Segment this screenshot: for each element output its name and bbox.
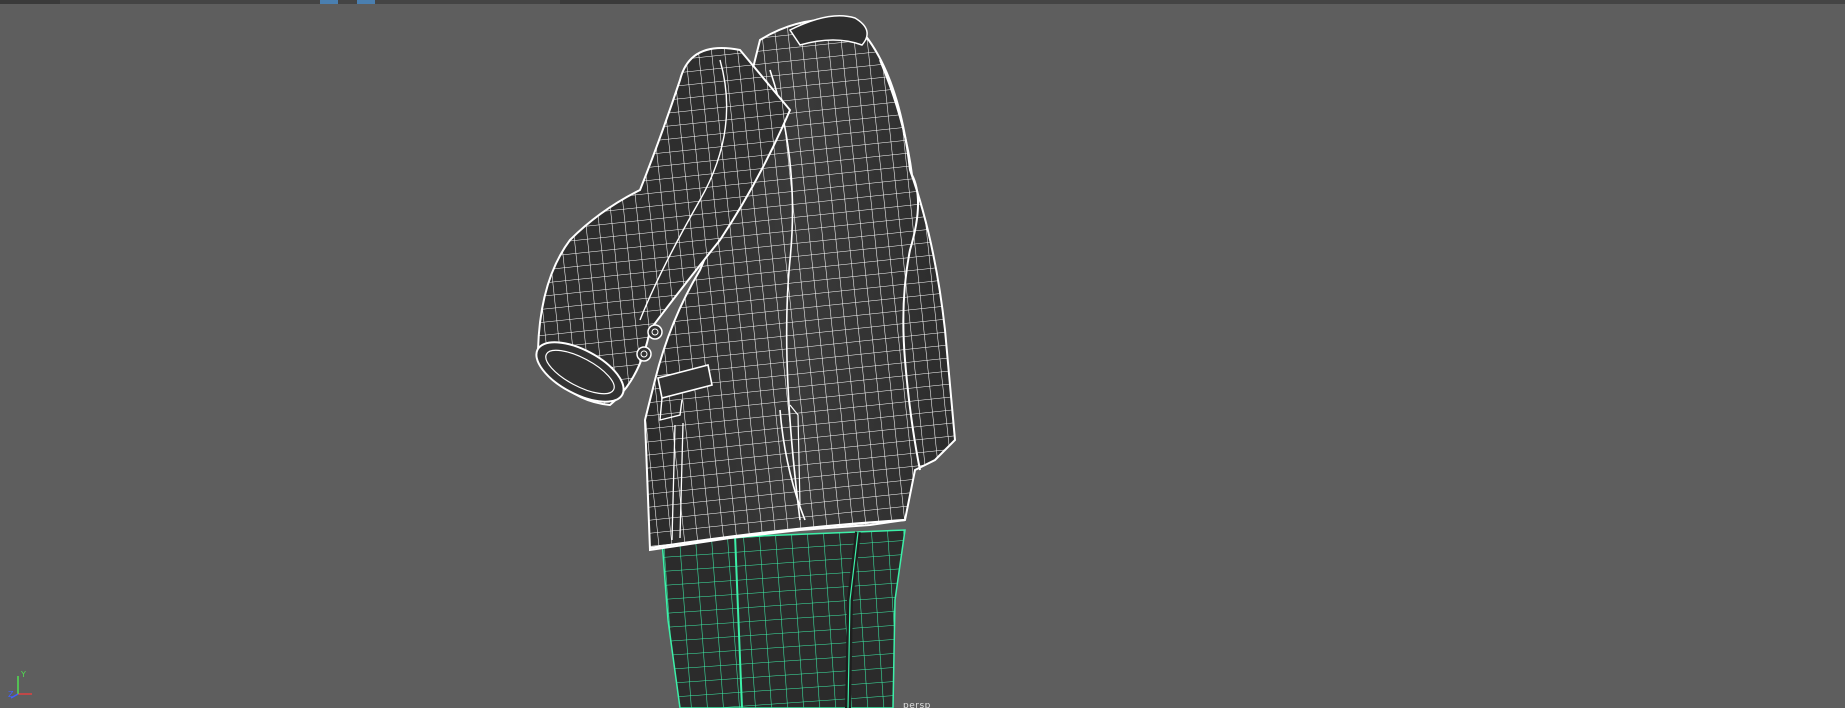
cuff-button-icon xyxy=(636,346,652,362)
axis-gizmo: Y Z xyxy=(8,668,38,700)
scene-canvas[interactable] xyxy=(0,0,1845,708)
pants-mesh[interactable] xyxy=(661,529,906,708)
camera-name-label: persp xyxy=(903,701,931,708)
cuff-button-icon xyxy=(647,324,663,340)
y-axis-label: Y xyxy=(21,670,26,679)
3d-viewport[interactable]: Y Z persp xyxy=(0,0,1845,708)
z-axis-label: Z xyxy=(8,690,14,699)
